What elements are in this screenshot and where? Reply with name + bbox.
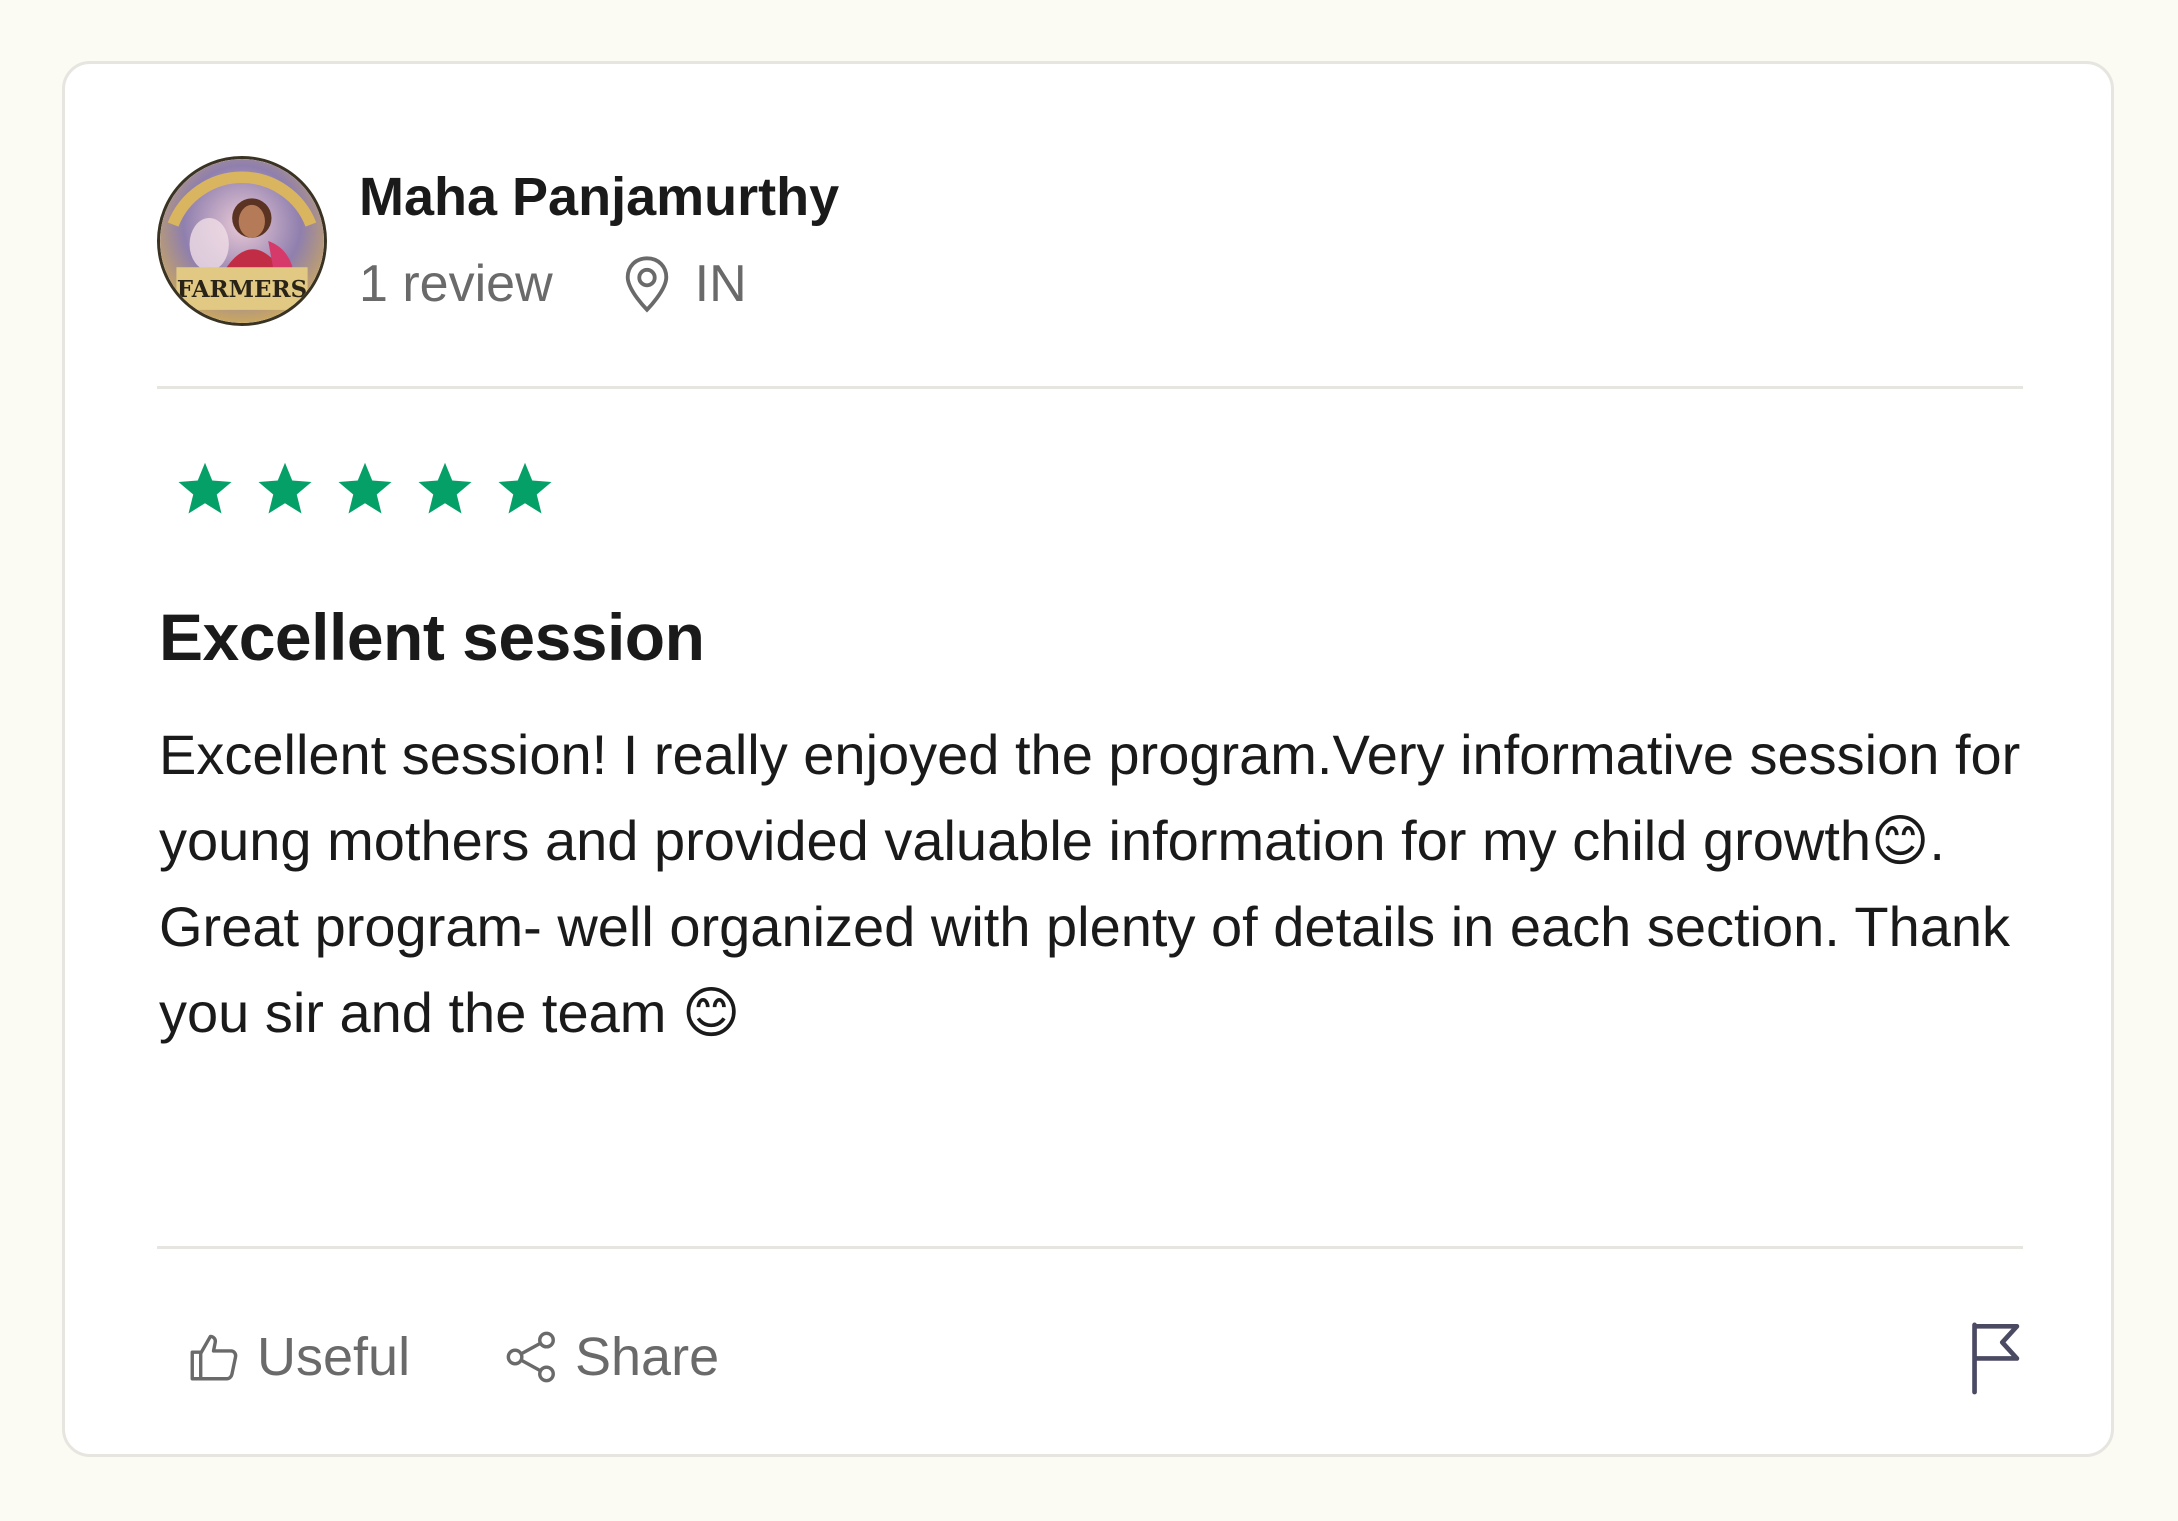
review-count: 1 review bbox=[359, 255, 553, 313]
share-label: Share bbox=[575, 1327, 720, 1387]
useful-button[interactable]: Useful bbox=[185, 1326, 410, 1388]
star-icon bbox=[338, 462, 392, 514]
star-rating bbox=[175, 459, 555, 519]
star-icon bbox=[258, 462, 312, 514]
star-icon bbox=[498, 462, 552, 514]
flag-icon[interactable] bbox=[1965, 1319, 2025, 1395]
avatar-badge-text: FARMERS bbox=[177, 276, 307, 303]
star-icon bbox=[178, 462, 232, 514]
reviewer-meta: 1 review IN bbox=[359, 254, 747, 314]
share-icon bbox=[506, 1331, 555, 1383]
share-button[interactable]: Share bbox=[503, 1326, 719, 1388]
useful-label: Useful bbox=[257, 1327, 411, 1387]
header-divider bbox=[157, 386, 2023, 389]
review-title: Excellent session bbox=[159, 600, 705, 674]
location-pin-icon bbox=[625, 256, 668, 313]
reviewer-name[interactable]: Maha Panjamurthy bbox=[359, 166, 839, 228]
reviewer-country: IN bbox=[694, 255, 747, 313]
footer-divider bbox=[157, 1246, 2023, 1249]
review-card: FARMERS Maha Panjamurthy 1 review IN Exc… bbox=[62, 61, 2114, 1457]
review-body: Excellent session! I really enjoyed the … bbox=[159, 723, 2021, 1044]
thumbs-up-icon bbox=[190, 1334, 238, 1381]
avatar-image: FARMERS bbox=[160, 159, 324, 323]
reviewer-avatar[interactable]: FARMERS bbox=[157, 156, 327, 326]
star-icon bbox=[418, 462, 472, 514]
